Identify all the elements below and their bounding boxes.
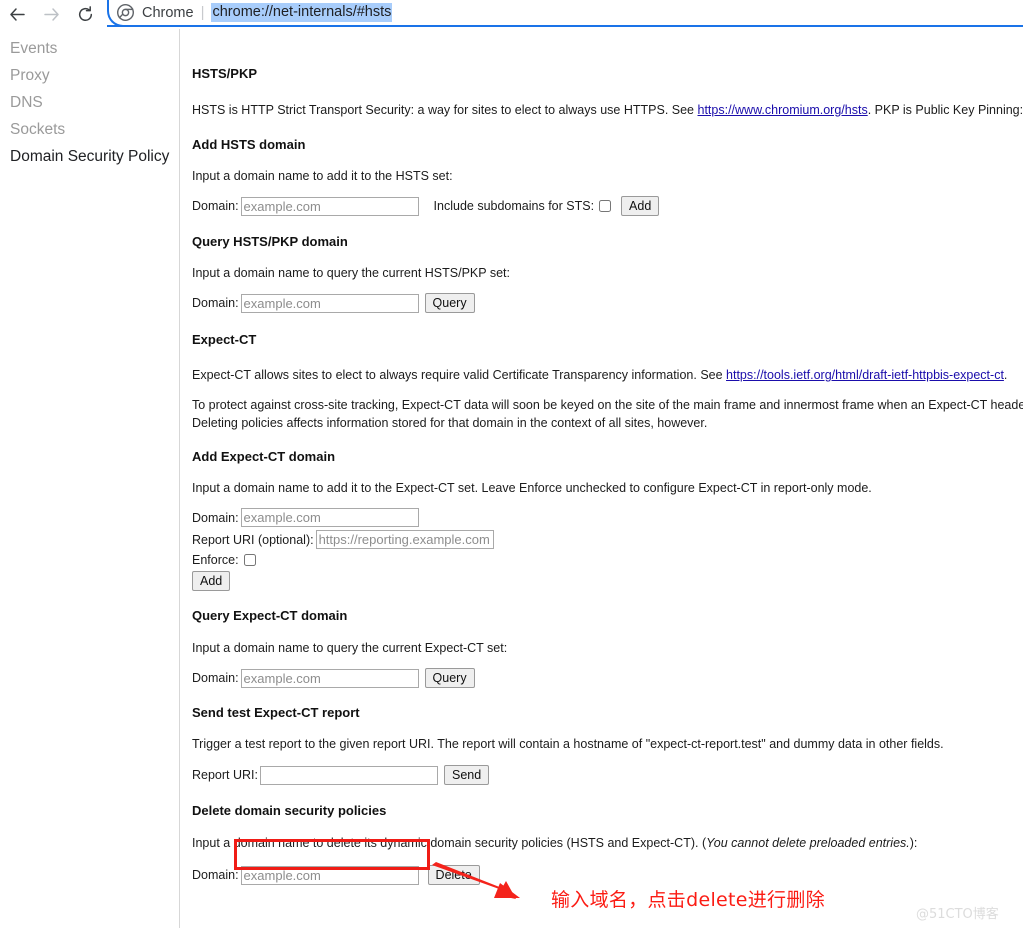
chrome-logo-icon	[117, 4, 134, 21]
omnibox-focus-underline	[107, 25, 1023, 27]
add-expect-ct-button[interactable]: Add	[192, 571, 231, 591]
sidebar-item-dns[interactable]: DNS	[0, 89, 179, 116]
heading-add-expect-ct-domain: Add Expect-CT domain	[192, 449, 336, 464]
main-content: HSTS/PKP HSTS is HTTP Strict Transport S…	[181, 29, 1023, 928]
back-button[interactable]	[0, 1, 34, 29]
expect-ct-description-post: .	[1003, 368, 1008, 382]
heading-query-hsts-domain: Query HSTS/PKP domain	[192, 234, 348, 249]
delete-row: Domain: Delete	[181, 865, 1023, 885]
include-subdomains-sts-label: Include subdomains for STS:	[433, 199, 595, 213]
add-expect-ct-domain-row: Domain:	[181, 508, 1023, 527]
query-expect-ct-instruction: Input a domain name to query the current…	[192, 641, 508, 655]
arrow-left-icon	[8, 5, 27, 24]
include-subdomains-sts-checkbox[interactable]	[599, 200, 612, 212]
omnibox-url-text[interactable]: chrome://net-internals/#hsts	[211, 3, 393, 22]
delete-instruction-post: ):	[909, 836, 918, 850]
sidebar-item-sockets[interactable]: Sockets	[0, 116, 179, 143]
add-expect-ct-report-uri-input[interactable]	[315, 530, 494, 549]
query-hsts-row: Domain: Query	[181, 293, 1023, 313]
hsts-chromium-link[interactable]: https://www.chromium.org/hsts	[698, 103, 868, 117]
expect-ct-note-line2: Deleting policies affects information st…	[192, 416, 708, 430]
heading-add-hsts-domain: Add HSTS domain	[192, 137, 306, 152]
send-report-uri-label: Report URI:	[192, 768, 258, 782]
sidebar-item-events[interactable]: Events	[0, 35, 179, 62]
hsts-description-post: . PKP is Public Key Pinning: Chrome "p	[867, 103, 1023, 117]
delete-button[interactable]: Delete	[427, 865, 480, 885]
send-report-instruction: Trigger a test report to the given repor…	[192, 737, 944, 751]
delete-instruction-italic: You cannot delete preloaded entries.	[706, 836, 910, 850]
query-hsts-domain-input[interactable]	[240, 293, 419, 313]
hsts-description: HSTS is HTTP Strict Transport Security: …	[181, 102, 1023, 118]
send-report-button[interactable]: Send	[444, 765, 490, 785]
add-hsts-instruction: Input a domain name to add it to the HST…	[192, 169, 453, 183]
expect-ct-ietf-link[interactable]: https://tools.ietf.org/html/draft-ietf-h…	[726, 368, 1004, 382]
watermark-label: @51CTO博客	[916, 907, 999, 922]
add-hsts-domain-input[interactable]	[240, 196, 419, 216]
browser-toolbar: Chrome | chrome://net-internals/#hsts	[0, 0, 1023, 29]
heading-delete-domain-security-policies: Delete domain security policies	[192, 803, 387, 818]
forward-button[interactable]	[34, 1, 68, 29]
add-expect-ct-domain-input[interactable]	[240, 508, 419, 527]
sidebar-item-domain-security-policy[interactable]: Domain Security Policy	[0, 143, 179, 170]
omnibox-separator: |	[200, 4, 205, 21]
enforce-checkbox[interactable]	[243, 554, 256, 566]
add-expect-ct-enforce-row: Enforce:	[181, 553, 1023, 567]
expect-ct-note-line1: To protect against cross-site tracking, …	[192, 398, 1023, 412]
delete-domain-label: Domain:	[192, 868, 239, 882]
reload-icon	[76, 5, 95, 24]
add-hsts-button[interactable]: Add	[621, 196, 660, 216]
sidebar-item-proxy[interactable]: Proxy	[0, 62, 179, 89]
query-expect-ct-row: Domain: Query	[181, 668, 1023, 688]
add-expect-ct-report-uri-label: Report URI (optional):	[192, 532, 314, 547]
query-expect-ct-domain-input[interactable]	[240, 668, 419, 688]
heading-expect-ct: Expect-CT	[192, 332, 257, 347]
add-expect-ct-button-row: Add	[181, 571, 1023, 591]
query-hsts-domain-label: Domain:	[192, 296, 239, 310]
address-bar[interactable]: Chrome | chrome://net-internals/#hsts	[107, 0, 1023, 27]
delete-domain-input[interactable]	[240, 865, 419, 885]
add-expect-ct-instruction: Input a domain name to add it to the Exp…	[192, 481, 872, 495]
query-hsts-button[interactable]: Query	[424, 293, 475, 313]
delete-instruction: Input a domain name to delete its dynami…	[181, 835, 1023, 851]
heading-hsts-pkp: HSTS/PKP	[192, 66, 258, 81]
add-expect-ct-domain-label: Domain:	[192, 510, 239, 525]
hsts-description-pre: HSTS is HTTP Strict Transport Security: …	[192, 103, 698, 117]
delete-instruction-pre: Input a domain name to delete its dynami…	[192, 836, 707, 850]
query-hsts-instruction: Input a domain name to query the current…	[192, 266, 510, 280]
expect-ct-description-pre: Expect-CT allows sites to elect to alway…	[192, 368, 727, 382]
enforce-label: Enforce:	[192, 553, 239, 567]
reload-button[interactable]	[68, 1, 102, 29]
heading-send-test-report: Send test Expect-CT report	[192, 705, 360, 720]
send-report-uri-input[interactable]	[260, 765, 438, 785]
add-hsts-row: Domain: Include subdomains for STS: Add	[181, 196, 1023, 216]
annotation-text: 输入域名，点击delete进行删除	[551, 889, 825, 911]
add-hsts-domain-label: Domain:	[192, 199, 239, 213]
omnibox-brand-label: Chrome	[142, 4, 194, 21]
send-report-row: Report URI: Send	[181, 765, 1023, 785]
expect-ct-description: Expect-CT allows sites to elect to alway…	[181, 367, 1023, 383]
add-expect-ct-report-uri-row: Report URI (optional):	[181, 530, 1023, 549]
heading-query-expect-ct-domain: Query Expect-CT domain	[192, 608, 348, 623]
query-expect-ct-button[interactable]: Query	[424, 668, 475, 688]
sidebar-navigation: Events Proxy DNS Sockets Domain Security…	[0, 29, 180, 928]
query-expect-ct-domain-label: Domain:	[192, 671, 239, 685]
arrow-right-icon	[42, 5, 61, 24]
browser-window: Chrome | chrome://net-internals/#hsts Ev…	[0, 0, 1023, 928]
